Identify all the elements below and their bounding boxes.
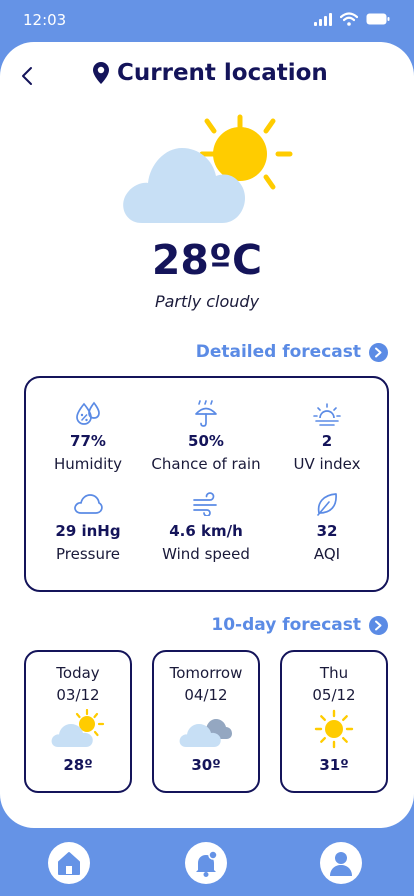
- wind-icon: [141, 490, 271, 518]
- detail-aqi: 32 AQI: [262, 490, 392, 563]
- nav-profile-button[interactable]: [320, 842, 362, 884]
- uv-index-value: 2: [321, 432, 333, 450]
- detailed-forecast-link[interactable]: Detailed forecast: [196, 342, 388, 362]
- page-title: Current location: [117, 60, 328, 86]
- detail-pressure: 29 inHg Pressure: [23, 490, 153, 563]
- ten-day-forecast-label: 10-day forecast: [211, 615, 361, 635]
- leaf-icon: [262, 490, 392, 518]
- forecast-date: 05/12: [312, 686, 356, 704]
- partly-cloudy-icon: [120, 112, 300, 230]
- chance-of-rain-value: 50%: [188, 432, 224, 450]
- status-bar: 12:03: [0, 0, 414, 40]
- chance-of-rain-label: Chance of rain: [151, 455, 261, 473]
- forecast-temp: 31º: [319, 756, 349, 774]
- notification-bell-icon: [196, 850, 218, 877]
- current-temperature: 28ºC: [151, 236, 263, 284]
- arrow-right-circle-icon: [369, 615, 388, 635]
- nav-home-button[interactable]: [48, 842, 90, 884]
- aqi-value: 32: [316, 522, 338, 540]
- forecast-temp: 28º: [63, 756, 93, 774]
- current-condition: Partly cloudy: [154, 292, 260, 311]
- uv-sun-icon: [262, 400, 392, 428]
- humidity-value: 77%: [70, 432, 106, 450]
- battery-icon: [366, 13, 390, 25]
- chevron-left-icon: [22, 67, 32, 85]
- pressure-value: 29 inHg: [55, 522, 121, 540]
- forecast-card-today[interactable]: Today 03/12 28º: [24, 650, 132, 793]
- status-icons: [314, 12, 390, 26]
- cloudy-icon: [154, 708, 258, 750]
- umbrella-rain-icon: [141, 400, 271, 428]
- signal-icon: [314, 12, 332, 26]
- back-button[interactable]: [20, 66, 40, 88]
- forecast-day: Today: [56, 664, 100, 682]
- detail-uv-index: 2 UV index: [262, 400, 392, 473]
- nav-notifications-button[interactable]: [185, 842, 227, 884]
- cloud-outline-icon: [23, 490, 153, 518]
- wifi-icon: [340, 12, 358, 26]
- detailed-forecast-label: Detailed forecast: [195, 342, 361, 362]
- location-pin-icon: [93, 62, 109, 84]
- wind-speed-value: 4.6 km/h: [169, 522, 243, 540]
- details-panel: 77% Humidity 50% Chance of rain 2 UV ind…: [24, 376, 389, 592]
- ten-day-forecast-link[interactable]: 10-day forecast: [211, 615, 388, 635]
- forecast-date: 04/12: [184, 686, 228, 704]
- forecast-day: Thu: [319, 664, 349, 682]
- detail-chance-of-rain: 50% Chance of rain: [141, 400, 271, 473]
- forecast-card-thu[interactable]: Thu 05/12 31º: [280, 650, 388, 793]
- home-icon: [58, 852, 80, 875]
- pressure-label: Pressure: [55, 545, 121, 563]
- humidity-icon: [23, 400, 153, 428]
- forecast-temp: 30º: [191, 756, 221, 774]
- detail-wind-speed: 4.6 km/h Wind speed: [141, 490, 271, 563]
- arrow-right-circle-icon: [369, 342, 388, 362]
- partly-cloudy-icon: [26, 708, 130, 750]
- detail-humidity: 77% Humidity: [23, 400, 153, 473]
- wind-speed-label: Wind speed: [162, 545, 250, 563]
- aqi-label: AQI: [313, 545, 341, 563]
- status-time: 12:03: [23, 11, 67, 29]
- title-row: Current location: [92, 60, 328, 86]
- humidity-label: Humidity: [53, 455, 122, 473]
- uv-index-label: UV index: [293, 455, 361, 473]
- forecast-card-tomorrow[interactable]: Tomorrow 04/12 30º: [152, 650, 260, 793]
- profile-icon: [330, 852, 352, 876]
- forecast-day: Tomorrow: [169, 664, 243, 682]
- sunny-icon: [282, 708, 386, 750]
- forecast-date: 03/12: [56, 686, 100, 704]
